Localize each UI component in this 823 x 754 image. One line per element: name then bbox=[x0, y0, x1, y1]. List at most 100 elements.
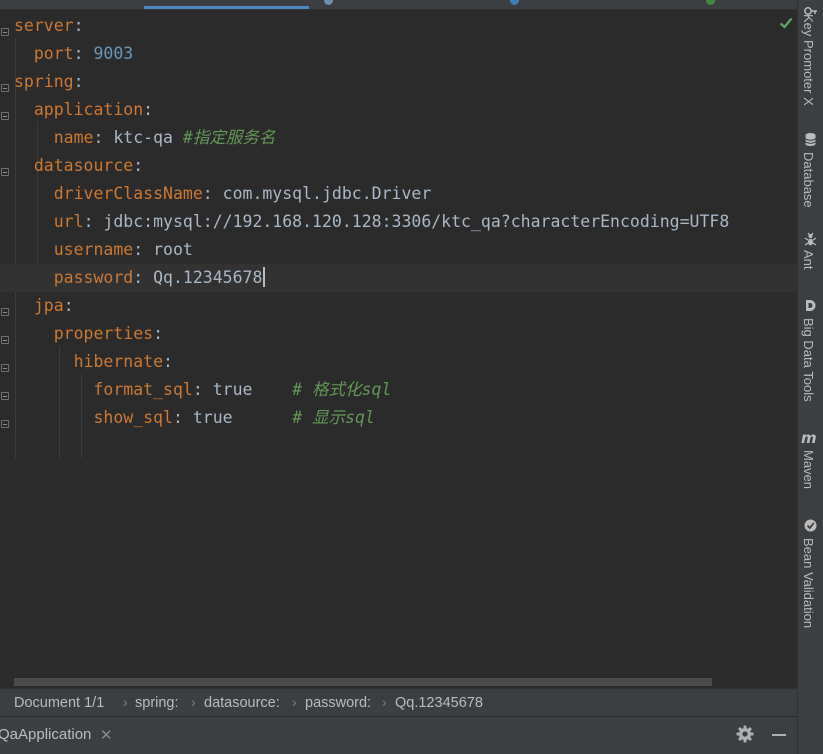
tool-maven[interactable]: m Maven bbox=[798, 430, 823, 495]
yaml-value: root bbox=[143, 240, 193, 259]
yaml-value: ktc-qa bbox=[103, 128, 183, 147]
code-line[interactable]: properties: bbox=[14, 320, 163, 348]
yaml-key: hibernate bbox=[73, 352, 164, 371]
tool-key-promoter-x[interactable]: Key Promoter X bbox=[798, 4, 823, 109]
fold-marker-icon[interactable] bbox=[1, 308, 9, 316]
chevron-right-icon: › bbox=[123, 694, 128, 710]
close-icon[interactable]: ✕ bbox=[100, 726, 113, 744]
yaml-comment: #指定服务名 bbox=[182, 128, 276, 147]
right-tool-strip: Key Promoter X Database Ant Big Data Too… bbox=[797, 0, 823, 754]
inspection-ok-icon[interactable] bbox=[779, 16, 793, 30]
editor-tab[interactable] bbox=[500, 0, 695, 9]
code-line[interactable]: jpa: bbox=[14, 292, 74, 320]
text-cursor bbox=[263, 267, 266, 287]
fold-marker-icon[interactable] bbox=[1, 28, 9, 36]
yaml-colon: : bbox=[133, 156, 144, 175]
run-tab-qaapplication[interactable]: QaApplication bbox=[0, 726, 91, 743]
yaml-key: show_sql bbox=[93, 408, 173, 427]
breadcrumb: Document 1/1 › spring: › datasource: › p… bbox=[0, 688, 797, 717]
code-line[interactable]: server: bbox=[14, 12, 84, 40]
tool-big-data-tools[interactable]: Big Data Tools bbox=[798, 298, 823, 408]
editor-tab-active[interactable] bbox=[144, 0, 309, 9]
yaml-comment: # 显示sql bbox=[292, 408, 375, 427]
minimize-icon[interactable] bbox=[772, 734, 786, 736]
editor-tab-strip bbox=[0, 0, 797, 10]
yaml-colon: : bbox=[153, 324, 164, 343]
editor-tab[interactable] bbox=[314, 0, 499, 9]
code-line[interactable]: port: 9003 bbox=[14, 40, 133, 68]
yaml-value: true bbox=[182, 408, 293, 427]
breadcrumb-item-datasource[interactable]: datasource: bbox=[204, 695, 280, 711]
chevron-right-icon: › bbox=[191, 694, 196, 710]
yaml-value: jdbc:mysql://192.168.120.128:3306/ktc_qa… bbox=[93, 212, 730, 231]
run-tool-window-bar: QaApplication ✕ bbox=[0, 716, 797, 754]
editor-tab[interactable] bbox=[0, 0, 140, 9]
yaml-value: Qq.12345678 bbox=[143, 268, 263, 287]
fold-marker-icon[interactable] bbox=[1, 84, 9, 92]
tool-label: Key Promoter X bbox=[801, 14, 816, 106]
yaml-colon: : bbox=[93, 128, 104, 147]
editor-tab[interactable] bbox=[700, 0, 790, 9]
fold-marker-icon[interactable] bbox=[1, 336, 9, 344]
fold-marker-icon[interactable] bbox=[1, 392, 9, 400]
breadcrumb-item-value[interactable]: Qq.12345678 bbox=[395, 695, 483, 711]
horizontal-scrollbar[interactable] bbox=[14, 678, 712, 686]
tool-bean-validation[interactable]: Bean Validation bbox=[798, 518, 823, 638]
yaml-comment: # 格式化sql bbox=[292, 380, 392, 399]
document-indicator[interactable]: Document 1/1 bbox=[14, 695, 104, 711]
code-line[interactable]: format_sql: true # 格式化sql bbox=[14, 376, 391, 404]
code-line[interactable]: datasource: bbox=[14, 152, 143, 180]
yaml-colon: : bbox=[73, 16, 84, 35]
fold-marker-icon[interactable] bbox=[1, 168, 9, 176]
yaml-key: password bbox=[53, 268, 134, 287]
yaml-colon: : bbox=[73, 44, 84, 63]
breadcrumb-item-password[interactable]: password: bbox=[305, 695, 371, 711]
ide-window: server: port: 9003 spring: application: n… bbox=[0, 0, 823, 754]
tool-ant[interactable]: Ant bbox=[798, 232, 823, 277]
code-line[interactable]: username: root bbox=[14, 236, 193, 264]
code-line[interactable]: hibernate: bbox=[14, 348, 173, 376]
fold-marker-icon[interactable] bbox=[1, 420, 9, 428]
ant-icon bbox=[804, 232, 817, 246]
yaml-key: format_sql bbox=[93, 380, 193, 399]
tool-label: Maven bbox=[801, 450, 816, 490]
bean-validation-icon bbox=[804, 519, 817, 532]
yaml-colon: : bbox=[192, 380, 203, 399]
run-config-icon bbox=[706, 0, 715, 5]
code-line[interactable]: url: jdbc:mysql://192.168.120.128:3306/k… bbox=[14, 208, 730, 236]
tool-label: Bean Validation bbox=[801, 538, 816, 629]
code-line[interactable]: application: bbox=[14, 96, 153, 124]
code-line[interactable]: password: Qq.12345678 bbox=[0, 264, 797, 292]
code-line[interactable]: driverClassName: com.mysql.jdbc.Driver bbox=[14, 180, 432, 208]
yaml-colon: : bbox=[202, 184, 213, 203]
yaml-value: com.mysql.jdbc.Driver bbox=[212, 184, 432, 203]
yaml-key: username bbox=[53, 240, 134, 259]
tool-database[interactable]: Database bbox=[798, 132, 823, 212]
maven-icon: m bbox=[801, 430, 817, 445]
big-data-tools-icon bbox=[806, 300, 816, 311]
fold-marker-icon[interactable] bbox=[1, 112, 9, 120]
fold-marker-icon[interactable] bbox=[1, 364, 9, 372]
code-editor[interactable]: server: port: 9003 spring: application: n… bbox=[0, 10, 797, 686]
code-line[interactable]: show_sql: true # 显示sql bbox=[14, 404, 375, 432]
yaml-colon: : bbox=[172, 408, 183, 427]
tool-label: Ant bbox=[801, 250, 816, 270]
breadcrumb-item-spring[interactable]: spring: bbox=[135, 695, 179, 711]
yaml-key: application bbox=[33, 100, 144, 119]
code-line[interactable]: spring: bbox=[14, 68, 84, 96]
tool-label: Database bbox=[801, 152, 816, 208]
yaml-key: port bbox=[33, 44, 74, 63]
yaml-key: datasource bbox=[33, 156, 134, 175]
yaml-key: server bbox=[14, 16, 74, 35]
gear-icon[interactable] bbox=[736, 725, 754, 743]
code-line[interactable]: name: ktc-qa #指定服务名 bbox=[14, 124, 276, 152]
